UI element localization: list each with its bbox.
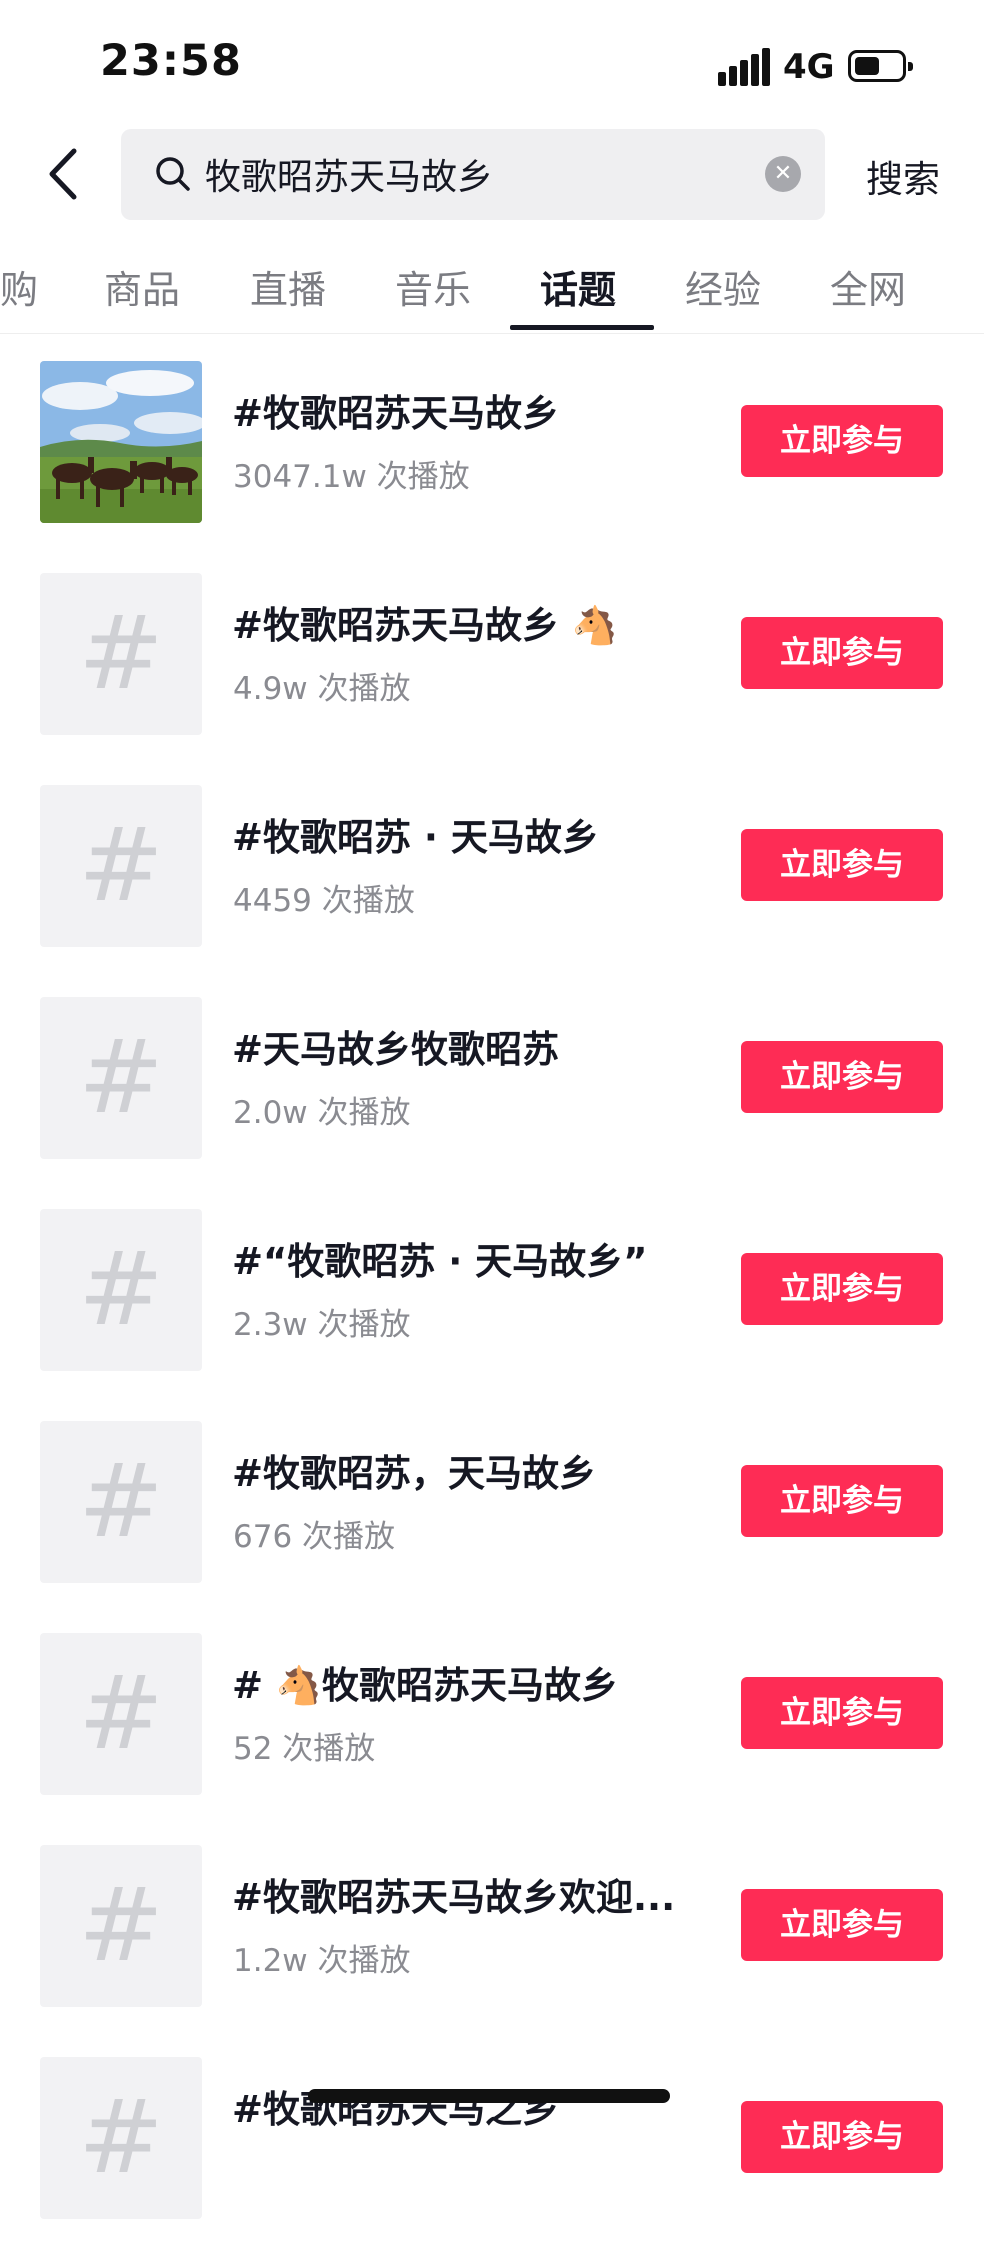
topic-thumbnail: #: [40, 1421, 202, 1583]
tab-experience[interactable]: 经验: [685, 259, 761, 314]
topic-thumbnail: #: [40, 1633, 202, 1795]
home-indicator[interactable]: [308, 2089, 670, 2103]
topic-row[interactable]: #牧歌昭苏天马故乡 3047.1w 次播放 立即参与: [0, 333, 984, 545]
tab-web[interactable]: 全网: [830, 259, 906, 314]
status-bar: 23:58 4G: [0, 0, 984, 120]
topic-row[interactable]: # #牧歌昭苏，天马故乡 676 次播放 立即参与: [0, 1393, 984, 1605]
topic-row[interactable]: # #牧歌昭苏 · 天马故乡 4459 次播放 立即参与: [0, 757, 984, 969]
topic-row[interactable]: # #牧歌昭苏天马故乡欢迎... 1.2w 次播放 立即参与: [0, 1817, 984, 2029]
topic-row[interactable]: # #“牧歌昭苏 · 天马故乡” 2.3w 次播放 立即参与: [0, 1181, 984, 1393]
horses-on-grassland-photo: [40, 361, 202, 523]
join-topic-button[interactable]: 立即参与: [741, 1041, 943, 1113]
topic-row[interactable]: # # 🐴牧歌昭苏天马故乡 52 次播放 立即参与: [0, 1605, 984, 1817]
tab-live[interactable]: 直播: [250, 259, 326, 314]
search-icon: [156, 157, 190, 191]
topic-title: #牧歌昭苏 · 天马故乡: [232, 816, 599, 859]
topic-title: #“牧歌昭苏 · 天马故乡”: [232, 1240, 648, 1283]
hash-icon: #: [78, 1230, 164, 1349]
active-tab-indicator: [510, 325, 654, 330]
tab-products[interactable]: 商品: [104, 259, 180, 314]
join-topic-button[interactable]: 立即参与: [741, 1677, 943, 1749]
join-topic-button[interactable]: 立即参与: [741, 1253, 943, 1325]
chevron-left-icon: [49, 148, 77, 200]
topic-view-count: 4.9w 次播放: [233, 671, 411, 707]
join-topic-button[interactable]: 立即参与: [741, 1465, 943, 1537]
hash-icon: #: [78, 1654, 164, 1773]
topic-thumbnail: #: [40, 785, 202, 947]
search-bar: ✕ 搜索: [0, 125, 984, 225]
tab-topics[interactable]: 话题: [540, 259, 616, 314]
topic-view-count: 2.0w 次播放: [233, 1095, 411, 1131]
topic-title: #牧歌昭苏天马之乡: [232, 2088, 560, 2131]
signal-icon: [718, 48, 770, 86]
hash-icon: #: [78, 1018, 164, 1137]
hash-icon: #: [78, 2078, 164, 2197]
topic-thumbnail: [40, 361, 202, 523]
topic-view-count: 52 次播放: [233, 1731, 376, 1767]
search-box[interactable]: ✕: [121, 129, 825, 220]
topic-thumbnail: #: [40, 2057, 202, 2219]
topic-title: #牧歌昭苏天马故乡: [232, 392, 560, 435]
back-button[interactable]: [40, 143, 90, 205]
topic-thumbnail: #: [40, 1209, 202, 1371]
status-time: 23:58: [100, 36, 242, 86]
topic-view-count: 4459 次播放: [233, 883, 415, 919]
topic-title: #牧歌昭苏，天马故乡: [232, 1452, 597, 1495]
hash-icon: #: [78, 1866, 164, 1985]
topic-view-count: 2.3w 次播放: [233, 1307, 411, 1343]
search-input[interactable]: [205, 142, 725, 206]
topic-row[interactable]: # #天马故乡牧歌昭苏 2.0w 次播放 立即参与: [0, 969, 984, 1181]
topic-title: #天马故乡牧歌昭苏: [232, 1028, 560, 1071]
search-category-tabs: 购 商品 直播 音乐 话题 经验 全网: [0, 245, 984, 334]
battery-icon: [848, 50, 913, 82]
topic-title: #牧歌昭苏天马故乡欢迎...: [232, 1876, 676, 1919]
topic-thumbnail: #: [40, 1845, 202, 2007]
topic-view-count: 676 次播放: [233, 1519, 396, 1555]
topic-title: # 🐴牧歌昭苏天马故乡: [232, 1664, 618, 1707]
hash-icon: #: [78, 594, 164, 713]
topic-row[interactable]: # #牧歌昭苏天马故乡 🐴 4.9w 次播放 立即参与: [0, 545, 984, 757]
search-button[interactable]: 搜索: [866, 149, 940, 203]
network-type: 4G: [783, 47, 835, 87]
join-topic-button[interactable]: 立即参与: [741, 617, 943, 689]
topic-thumbnail: #: [40, 997, 202, 1159]
hash-icon: #: [78, 1442, 164, 1561]
hash-icon: #: [78, 806, 164, 925]
topic-view-count: 1.2w 次播放: [233, 1943, 411, 1979]
join-topic-button[interactable]: 立即参与: [741, 1889, 943, 1961]
tab-music[interactable]: 音乐: [395, 259, 471, 314]
join-topic-button[interactable]: 立即参与: [741, 829, 943, 901]
topic-view-count: 3047.1w 次播放: [233, 459, 470, 495]
clear-icon[interactable]: ✕: [765, 156, 801, 192]
join-topic-button[interactable]: 立即参与: [741, 2101, 943, 2173]
topic-thumbnail: #: [40, 573, 202, 735]
topic-row[interactable]: # #牧歌昭苏天马之乡 立即参与: [0, 2029, 984, 2241]
topic-title: #牧歌昭苏天马故乡 🐴: [232, 604, 618, 647]
tab-shopping[interactable]: 购: [0, 259, 38, 314]
join-topic-button[interactable]: 立即参与: [741, 405, 943, 477]
